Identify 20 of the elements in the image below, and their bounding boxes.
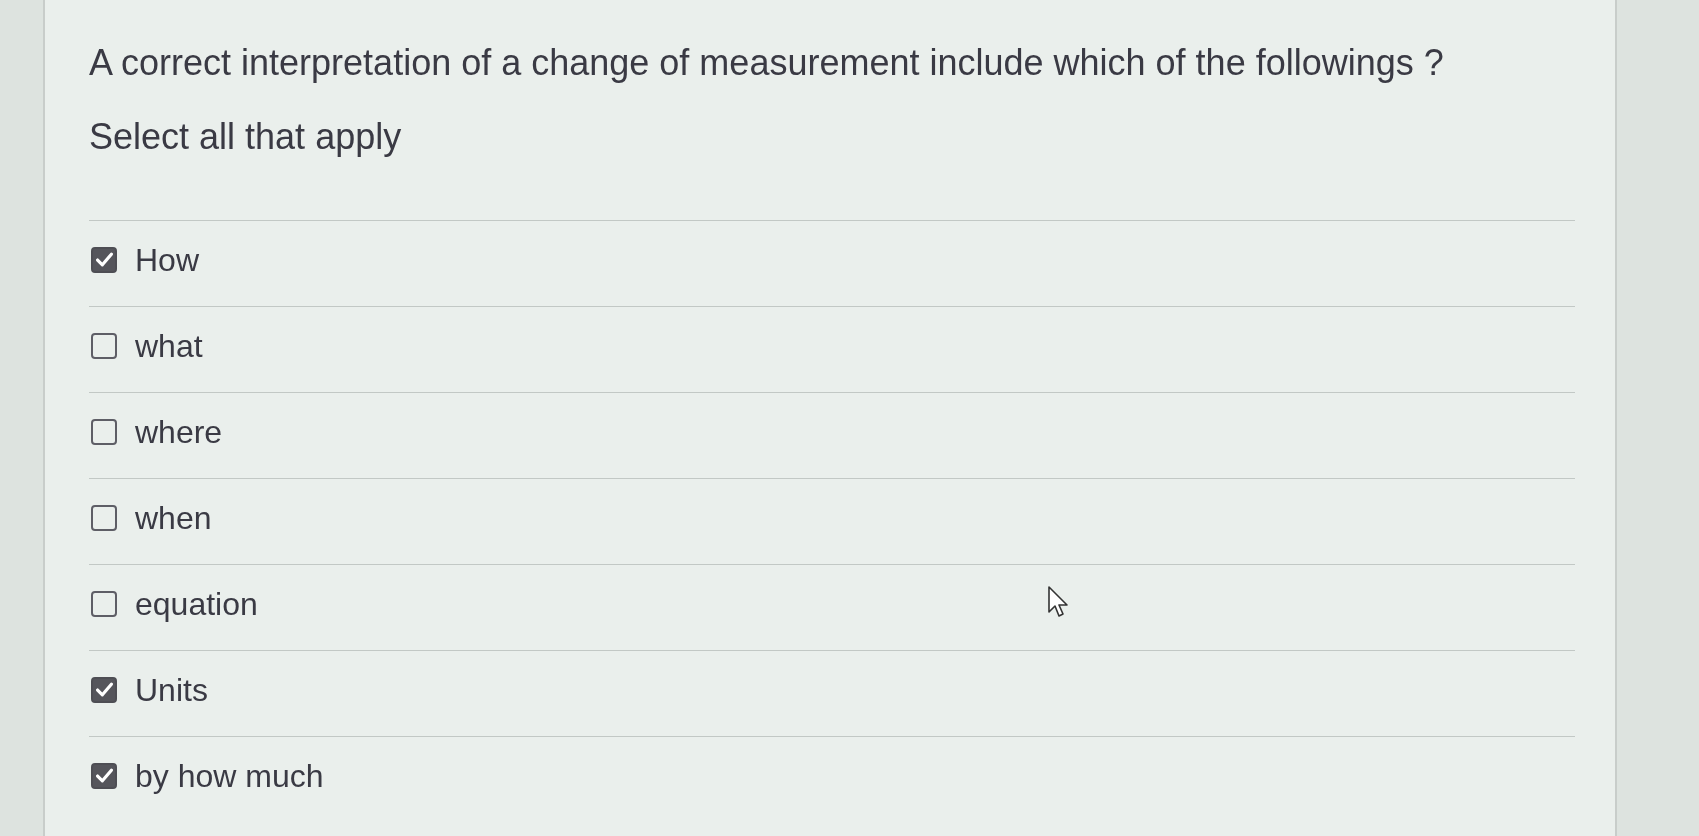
- instruction-text: Select all that apply: [89, 115, 403, 159]
- checkbox[interactable]: [91, 762, 117, 789]
- option-label[interactable]: where: [135, 411, 223, 452]
- checkbox[interactable]: [91, 676, 117, 703]
- option-label[interactable]: equation: [135, 583, 258, 624]
- option-label[interactable]: when: [135, 497, 212, 538]
- checkbox[interactable]: [91, 504, 117, 531]
- checkbox[interactable]: [91, 332, 117, 359]
- option-label[interactable]: Units: [135, 669, 208, 710]
- check-icon: [95, 768, 113, 783]
- option-label[interactable]: How: [135, 239, 199, 280]
- checkbox[interactable]: [91, 246, 117, 273]
- question-text: A correct interpretation of a change of measurement include which of the followings ?: [89, 41, 1445, 85]
- check-icon: [95, 682, 113, 697]
- cursor-icon: [1048, 586, 1070, 618]
- check-icon: [95, 252, 113, 267]
- option-label[interactable]: what: [135, 325, 203, 366]
- checkbox[interactable]: [91, 590, 117, 617]
- option-label[interactable]: by how much: [135, 755, 324, 796]
- checkbox[interactable]: [91, 418, 117, 445]
